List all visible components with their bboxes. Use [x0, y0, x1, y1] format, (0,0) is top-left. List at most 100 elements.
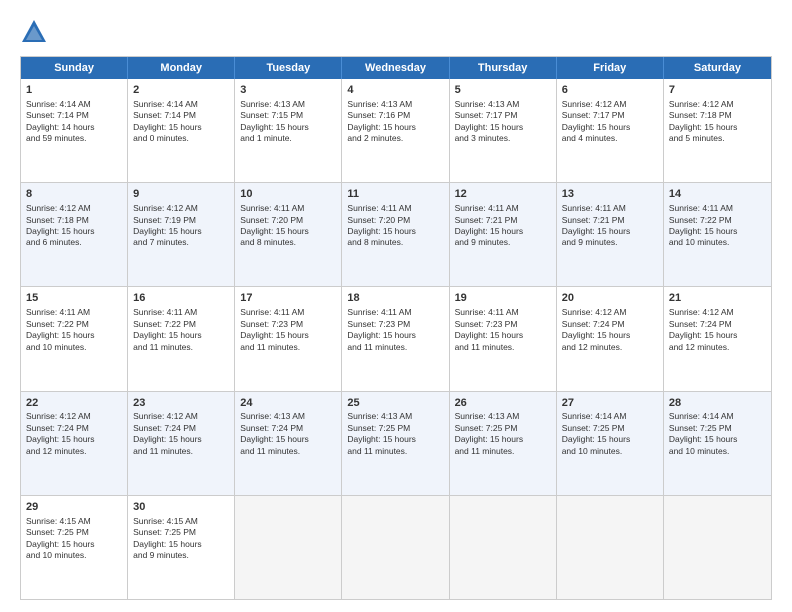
- cell-info-line: Sunset: 7:20 PM: [347, 215, 443, 226]
- cell-info-line: and 8 minutes.: [240, 237, 336, 248]
- day-number: 1: [26, 83, 122, 98]
- day-number: 4: [347, 83, 443, 98]
- cell-info-line: and 11 minutes.: [240, 342, 336, 353]
- cell-info-line: Sunrise: 4:14 AM: [133, 99, 229, 110]
- day-number: 22: [26, 396, 122, 411]
- cell-info-line: Sunset: 7:16 PM: [347, 110, 443, 121]
- day-cell-24: 24Sunrise: 4:13 AMSunset: 7:24 PMDayligh…: [235, 392, 342, 495]
- cell-info-line: Sunset: 7:21 PM: [562, 215, 658, 226]
- day-cell-14: 14Sunrise: 4:11 AMSunset: 7:22 PMDayligh…: [664, 183, 771, 286]
- day-cell-7: 7Sunrise: 4:12 AMSunset: 7:18 PMDaylight…: [664, 79, 771, 182]
- day-cell-6: 6Sunrise: 4:12 AMSunset: 7:17 PMDaylight…: [557, 79, 664, 182]
- cell-info-line: Daylight: 14 hours: [26, 122, 122, 133]
- cell-info-line: Daylight: 15 hours: [133, 330, 229, 341]
- cell-info-line: Sunset: 7:22 PM: [669, 215, 766, 226]
- day-number: 7: [669, 83, 766, 98]
- day-cell-26: 26Sunrise: 4:13 AMSunset: 7:25 PMDayligh…: [450, 392, 557, 495]
- cell-info-line: Sunset: 7:22 PM: [26, 319, 122, 330]
- cell-info-line: and 6 minutes.: [26, 237, 122, 248]
- cell-info-line: Sunrise: 4:15 AM: [26, 516, 122, 527]
- cell-info-line: Daylight: 15 hours: [347, 330, 443, 341]
- day-cell-17: 17Sunrise: 4:11 AMSunset: 7:23 PMDayligh…: [235, 287, 342, 390]
- cell-info-line: Sunrise: 4:12 AM: [669, 99, 766, 110]
- cell-info-line: Sunset: 7:25 PM: [133, 527, 229, 538]
- day-cell-2: 2Sunrise: 4:14 AMSunset: 7:14 PMDaylight…: [128, 79, 235, 182]
- cell-info-line: and 59 minutes.: [26, 133, 122, 144]
- day-number: 14: [669, 187, 766, 202]
- cell-info-line: Sunrise: 4:13 AM: [455, 99, 551, 110]
- cell-info-line: Daylight: 15 hours: [240, 330, 336, 341]
- cell-info-line: Sunrise: 4:11 AM: [669, 203, 766, 214]
- day-cell-20: 20Sunrise: 4:12 AMSunset: 7:24 PMDayligh…: [557, 287, 664, 390]
- cell-info-line: and 11 minutes.: [133, 342, 229, 353]
- day-number: 13: [562, 187, 658, 202]
- day-number: 2: [133, 83, 229, 98]
- calendar-row-1: 1Sunrise: 4:14 AMSunset: 7:14 PMDaylight…: [21, 79, 771, 183]
- cell-info-line: Daylight: 15 hours: [455, 434, 551, 445]
- day-number: 15: [26, 291, 122, 306]
- day-number: 12: [455, 187, 551, 202]
- cell-info-line: Sunset: 7:24 PM: [133, 423, 229, 434]
- cell-info-line: Daylight: 15 hours: [347, 122, 443, 133]
- cell-info-line: Daylight: 15 hours: [26, 330, 122, 341]
- cell-info-line: and 11 minutes.: [455, 446, 551, 457]
- header-day-friday: Friday: [557, 57, 664, 79]
- cell-info-line: Sunrise: 4:11 AM: [347, 203, 443, 214]
- cell-info-line: Sunrise: 4:11 AM: [26, 307, 122, 318]
- day-cell-8: 8Sunrise: 4:12 AMSunset: 7:18 PMDaylight…: [21, 183, 128, 286]
- day-cell-23: 23Sunrise: 4:12 AMSunset: 7:24 PMDayligh…: [128, 392, 235, 495]
- day-cell-30: 30Sunrise: 4:15 AMSunset: 7:25 PMDayligh…: [128, 496, 235, 599]
- calendar-header: SundayMondayTuesdayWednesdayThursdayFrid…: [21, 57, 771, 79]
- day-number: 9: [133, 187, 229, 202]
- day-number: 28: [669, 396, 766, 411]
- cell-info-line: Sunset: 7:21 PM: [455, 215, 551, 226]
- cell-info-line: Daylight: 15 hours: [347, 226, 443, 237]
- cell-info-line: Sunset: 7:24 PM: [26, 423, 122, 434]
- cell-info-line: and 12 minutes.: [26, 446, 122, 457]
- day-number: 26: [455, 396, 551, 411]
- cell-info-line: Sunset: 7:18 PM: [26, 215, 122, 226]
- cell-info-line: Sunset: 7:24 PM: [669, 319, 766, 330]
- cell-info-line: and 11 minutes.: [347, 446, 443, 457]
- calendar: SundayMondayTuesdayWednesdayThursdayFrid…: [20, 56, 772, 600]
- cell-info-line: Sunset: 7:25 PM: [455, 423, 551, 434]
- cell-info-line: Sunset: 7:14 PM: [26, 110, 122, 121]
- cell-info-line: Sunset: 7:17 PM: [562, 110, 658, 121]
- cell-info-line: and 7 minutes.: [133, 237, 229, 248]
- cell-info-line: Daylight: 15 hours: [669, 122, 766, 133]
- cell-info-line: Sunrise: 4:11 AM: [240, 203, 336, 214]
- cell-info-line: Daylight: 15 hours: [133, 539, 229, 550]
- cell-info-line: Sunrise: 4:11 AM: [562, 203, 658, 214]
- cell-info-line: Daylight: 15 hours: [669, 330, 766, 341]
- cell-info-line: and 3 minutes.: [455, 133, 551, 144]
- day-number: 3: [240, 83, 336, 98]
- empty-cell: [235, 496, 342, 599]
- day-cell-13: 13Sunrise: 4:11 AMSunset: 7:21 PMDayligh…: [557, 183, 664, 286]
- cell-info-line: Daylight: 15 hours: [669, 226, 766, 237]
- cell-info-line: Sunset: 7:24 PM: [562, 319, 658, 330]
- cell-info-line: Daylight: 15 hours: [455, 330, 551, 341]
- cell-info-line: and 12 minutes.: [669, 342, 766, 353]
- cell-info-line: Sunrise: 4:13 AM: [347, 99, 443, 110]
- cell-info-line: and 9 minutes.: [562, 237, 658, 248]
- empty-cell: [342, 496, 449, 599]
- day-cell-29: 29Sunrise: 4:15 AMSunset: 7:25 PMDayligh…: [21, 496, 128, 599]
- cell-info-line: Sunset: 7:25 PM: [347, 423, 443, 434]
- day-number: 17: [240, 291, 336, 306]
- cell-info-line: and 2 minutes.: [347, 133, 443, 144]
- cell-info-line: and 11 minutes.: [455, 342, 551, 353]
- cell-info-line: and 8 minutes.: [347, 237, 443, 248]
- header-day-sunday: Sunday: [21, 57, 128, 79]
- cell-info-line: Sunrise: 4:13 AM: [240, 99, 336, 110]
- cell-info-line: Daylight: 15 hours: [455, 122, 551, 133]
- day-cell-11: 11Sunrise: 4:11 AMSunset: 7:20 PMDayligh…: [342, 183, 449, 286]
- header-day-wednesday: Wednesday: [342, 57, 449, 79]
- cell-info-line: Sunrise: 4:14 AM: [562, 411, 658, 422]
- cell-info-line: Daylight: 15 hours: [240, 226, 336, 237]
- day-number: 8: [26, 187, 122, 202]
- header: [20, 18, 772, 46]
- cell-info-line: and 10 minutes.: [669, 446, 766, 457]
- day-number: 11: [347, 187, 443, 202]
- cell-info-line: Daylight: 15 hours: [240, 122, 336, 133]
- cell-info-line: and 12 minutes.: [562, 342, 658, 353]
